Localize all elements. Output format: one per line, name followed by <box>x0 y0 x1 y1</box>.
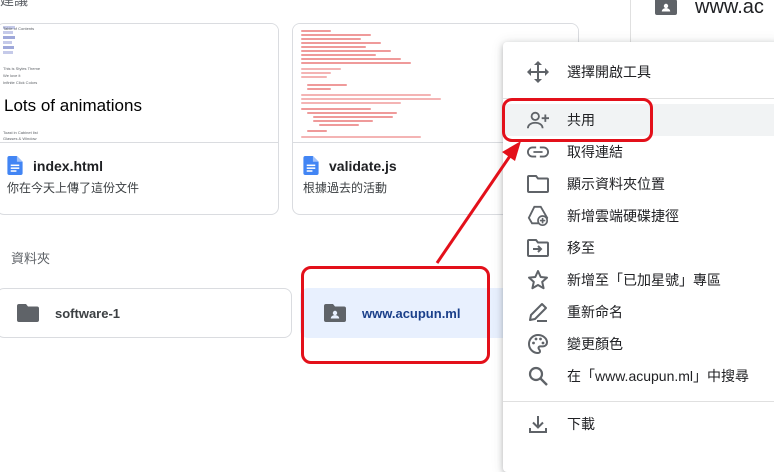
annotation-arrow <box>435 141 521 264</box>
